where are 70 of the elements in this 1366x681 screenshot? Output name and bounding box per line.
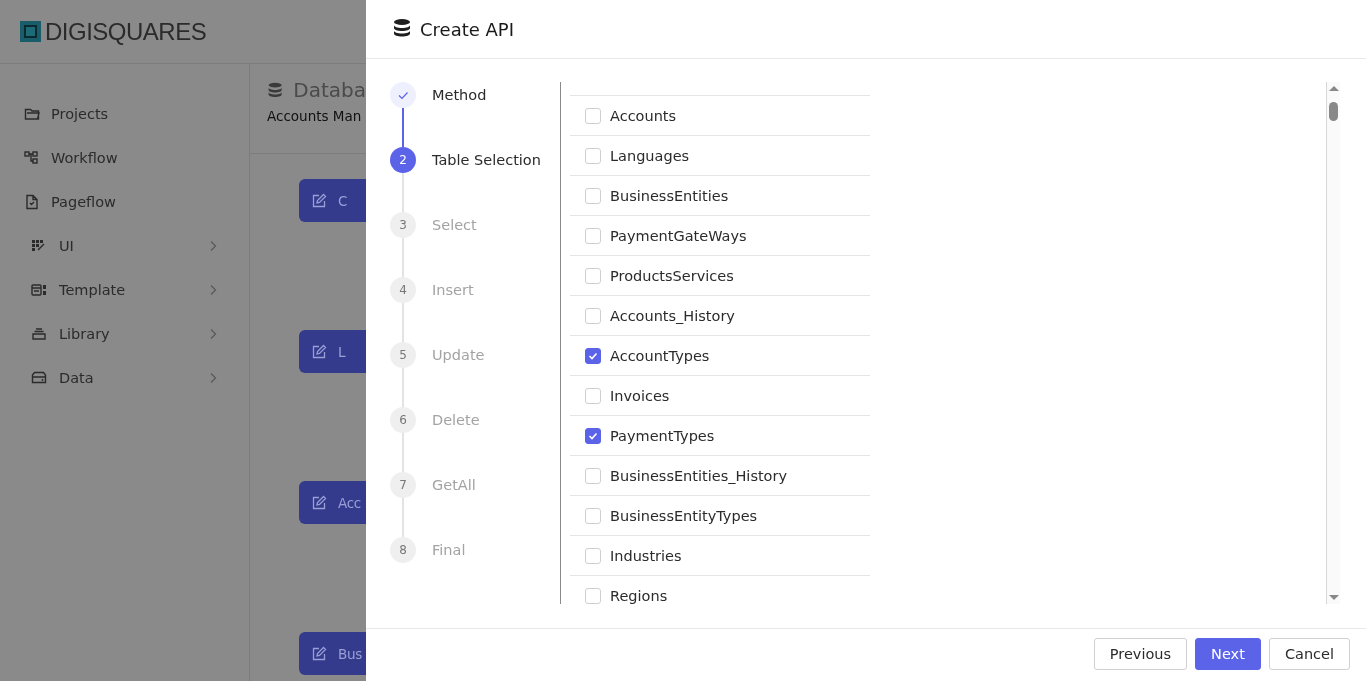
- sidebar-item[interactable]: Library: [0, 312, 249, 356]
- check-icon: [588, 350, 598, 361]
- dialog-button[interactable]: Cancel: [1268, 638, 1350, 670]
- dialog-button[interactable]: Previous: [1093, 638, 1188, 670]
- table-name: AccountTypes: [610, 347, 710, 364]
- sidebar-item[interactable]: Data: [0, 356, 249, 400]
- logo-icon: [20, 21, 41, 42]
- step-label: Update: [432, 347, 485, 363]
- table-name: Accounts: [610, 107, 677, 124]
- table-button[interactable]: Bus: [299, 632, 366, 675]
- table-name: Accounts_History: [610, 307, 735, 324]
- document-icon: [24, 194, 40, 210]
- step-indicator[interactable]: 8: [390, 537, 416, 563]
- sidebar-item[interactable]: Projects: [0, 92, 249, 136]
- step-label: GetAll: [432, 477, 476, 493]
- check-icon: [397, 89, 409, 101]
- table-name: BusinessEntityTypes: [610, 507, 758, 524]
- sidebar-item[interactable]: Workflow: [0, 136, 249, 180]
- step-indicator[interactable]: 7: [390, 472, 416, 498]
- edit-icon: [311, 494, 327, 511]
- step-label: Select: [432, 217, 477, 233]
- step-indicator[interactable]: 4: [390, 277, 416, 303]
- checkbox[interactable]: [585, 427, 601, 444]
- template-icon: [31, 282, 47, 298]
- table-name: Industries: [610, 547, 682, 564]
- step-indicator[interactable]: 2: [390, 147, 416, 173]
- table-name: PaymentTypes: [610, 427, 715, 444]
- table-name: Regions: [610, 587, 668, 604]
- step-label: Insert: [432, 282, 474, 298]
- edit-icon: [311, 192, 327, 209]
- table-name: PaymentGateWays: [610, 227, 747, 244]
- table-button[interactable]: Acc: [299, 481, 366, 524]
- folder-icon: [24, 106, 40, 122]
- next-button[interactable]: Next: [1195, 638, 1261, 670]
- table-name: Invoices: [610, 387, 670, 404]
- chevron-right-icon: [209, 284, 217, 296]
- page-subtitle: Accounts Man: [267, 108, 363, 124]
- step-label: Table Selection: [432, 152, 541, 168]
- table-name: BusinessEntities_History: [610, 467, 788, 484]
- table-button[interactable]: C: [299, 179, 366, 222]
- chevron-right-icon: [209, 372, 217, 384]
- chevron-right-icon: [209, 328, 217, 340]
- database-icon: [267, 80, 284, 100]
- step-indicator[interactable]: [390, 82, 416, 108]
- dialog-title: Create API: [420, 18, 514, 40]
- sidebar-item[interactable]: Template: [0, 268, 249, 312]
- check-icon: [588, 430, 598, 441]
- scrollbar[interactable]: [1326, 82, 1340, 604]
- drive-icon: [31, 370, 47, 386]
- step-indicator[interactable]: 6: [390, 407, 416, 433]
- logo-text: DIGISQUARES: [45, 17, 207, 46]
- page-title: Databa: [293, 78, 366, 102]
- table-button[interactable]: L: [299, 330, 366, 373]
- stack-icon: [31, 326, 47, 342]
- table-name: BusinessEntities: [610, 187, 729, 204]
- step-label: Delete: [432, 412, 480, 428]
- flowchart-icon: [24, 150, 40, 166]
- step-label: Method: [432, 87, 487, 103]
- table-name: Languages: [610, 147, 690, 164]
- sidebar-item[interactable]: UI: [0, 224, 249, 268]
- step-label: Final: [432, 542, 466, 558]
- checkbox[interactable]: [585, 347, 601, 364]
- edit-icon: [311, 343, 327, 360]
- grid-icon: [31, 238, 47, 254]
- step-indicator[interactable]: 5: [390, 342, 416, 368]
- chevron-right-icon: [209, 240, 217, 252]
- step-indicator[interactable]: 3: [390, 212, 416, 238]
- table-name: ProductsServices: [610, 267, 734, 284]
- edit-icon: [311, 645, 327, 662]
- sidebar-item[interactable]: Pageflow: [0, 180, 249, 224]
